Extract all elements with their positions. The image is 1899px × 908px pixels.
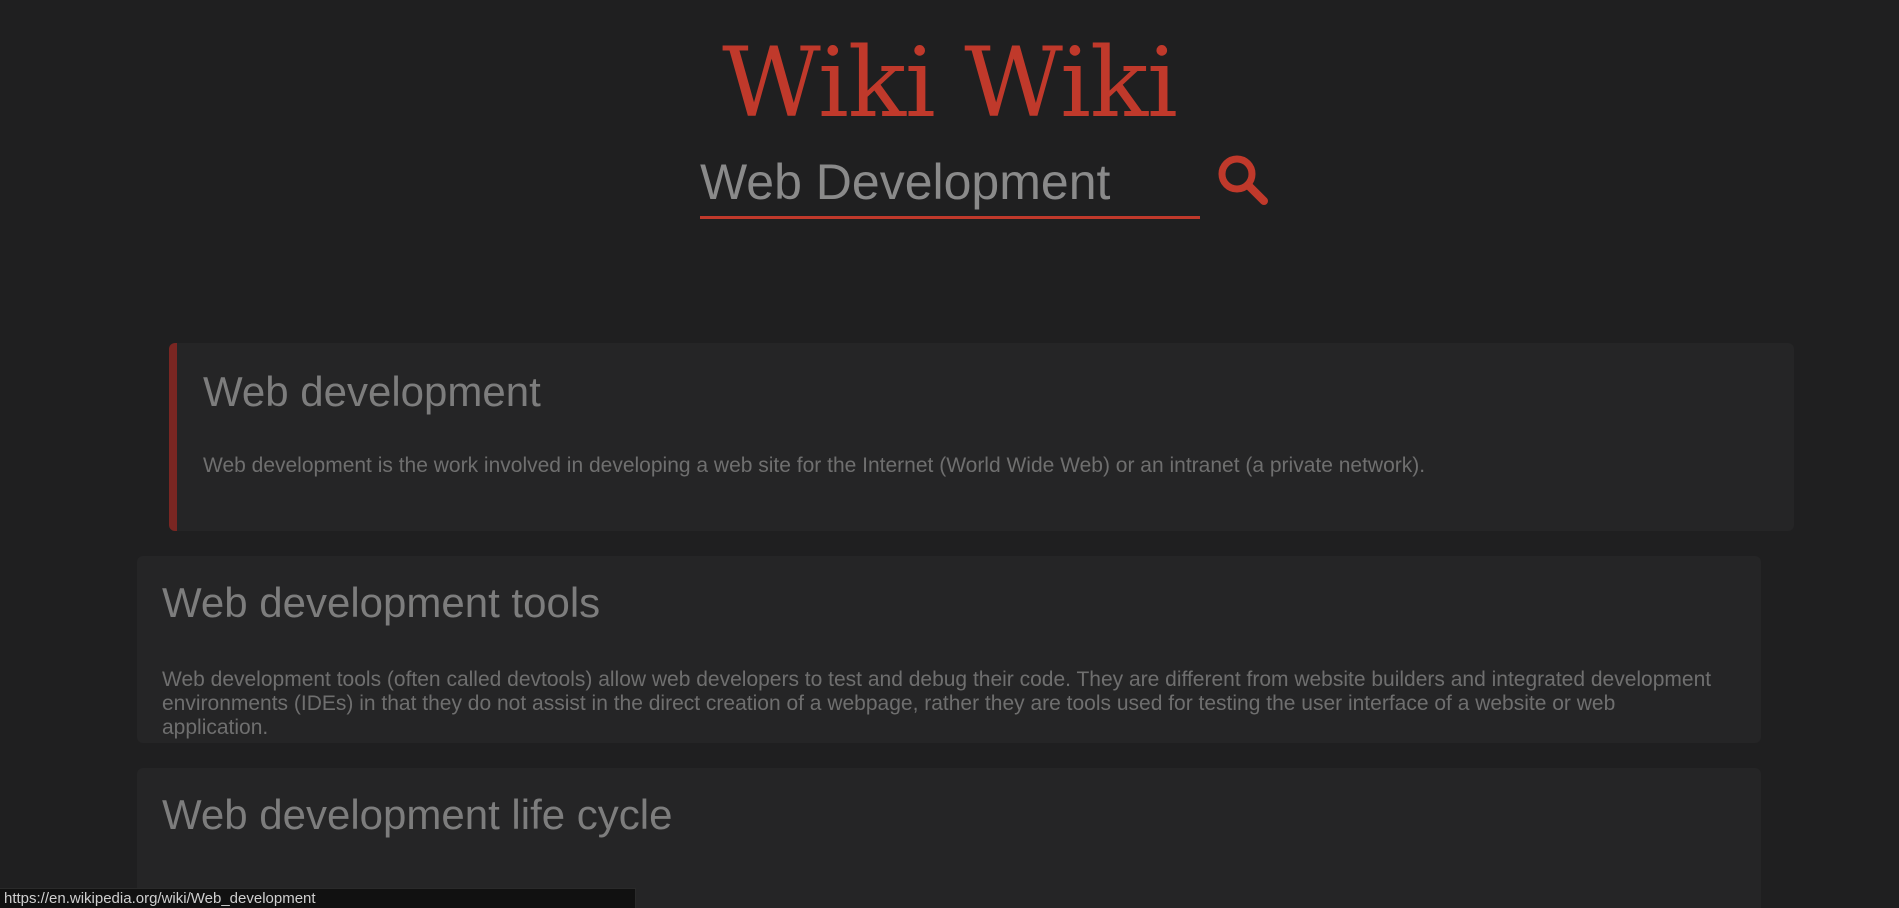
result-card[interactable]: Web development tools Web development to… xyxy=(137,556,1761,743)
search-button[interactable] xyxy=(1212,150,1272,210)
magnifier-icon xyxy=(1218,155,1268,205)
result-title[interactable]: Web development life cycle xyxy=(162,790,672,840)
result-snippet: Web development is the work involved in … xyxy=(203,454,1426,477)
page: Wiki Wiki Web development Web developmen… xyxy=(0,0,1899,908)
result-card[interactable]: Web development life cycle xyxy=(137,768,1761,908)
search-input[interactable] xyxy=(700,148,1200,219)
result-title[interactable]: Web development tools xyxy=(162,578,600,628)
status-bar-url: https://en.wikipedia.org/wiki/Web_develo… xyxy=(0,888,636,908)
result-card[interactable]: Web development Web development is the w… xyxy=(169,343,1794,531)
search-bar xyxy=(700,148,1272,219)
site-logo[interactable]: Wiki Wiki xyxy=(0,28,1899,138)
result-title[interactable]: Web development xyxy=(203,367,541,417)
result-snippet: Web development tools (often called devt… xyxy=(162,668,1712,739)
